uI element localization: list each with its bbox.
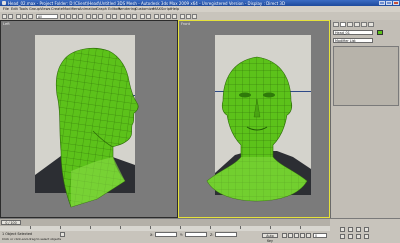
mirror-icon[interactable] xyxy=(140,13,145,19)
menu-customize[interactable]: Customize xyxy=(135,7,154,11)
minimize-icon[interactable] xyxy=(379,1,385,5)
motion-tab-icon[interactable] xyxy=(354,22,360,27)
selection-filter-dropdown[interactable]: All xyxy=(36,13,58,19)
zoom-extents-all-icon[interactable] xyxy=(364,227,369,232)
current-frame-field[interactable]: 0 xyxy=(313,233,327,238)
material-editor-icon[interactable] xyxy=(172,13,177,19)
pan-view-icon[interactable] xyxy=(348,234,353,239)
go-to-end-icon[interactable] xyxy=(306,233,311,238)
front-viewport[interactable]: Front xyxy=(178,20,330,218)
menu-graph-editors[interactable]: Graph Editors xyxy=(96,7,121,11)
menu-create[interactable]: Create xyxy=(51,7,63,11)
next-frame-icon[interactable] xyxy=(300,233,305,238)
left-viewport[interactable]: Left xyxy=(0,20,178,218)
track-bar[interactable] xyxy=(0,226,330,231)
scale-icon[interactable] xyxy=(98,13,103,19)
close-icon[interactable] xyxy=(393,1,399,5)
menu-rendering[interactable]: Rendering xyxy=(118,7,136,11)
3dsmax-app-icon[interactable] xyxy=(2,1,6,5)
menu-tools[interactable]: Tools xyxy=(19,7,28,11)
modify-tab-icon[interactable] xyxy=(340,22,346,27)
maximize-viewport-icon[interactable] xyxy=(364,234,369,239)
field-of-view-icon[interactable] xyxy=(340,234,345,239)
display-tab-icon[interactable] xyxy=(361,22,367,27)
z-coordinate-field[interactable] xyxy=(215,232,237,237)
menu-file[interactable]: File xyxy=(3,7,9,11)
y-label: Y: xyxy=(180,233,183,237)
status-bar: 0 / 100 1 Object Selected Click or click… xyxy=(0,218,400,243)
auto-key-button[interactable]: Auto Key xyxy=(262,233,278,243)
lock-selection-icon[interactable] xyxy=(60,232,65,237)
render-icon[interactable] xyxy=(192,13,197,19)
render-setup-icon[interactable] xyxy=(180,13,185,19)
zoom-all-icon[interactable] xyxy=(348,227,353,232)
play-icon[interactable] xyxy=(294,233,299,238)
prompt-line: Click or click-and-drag to select object… xyxy=(2,237,62,241)
hierarchy-tab-icon[interactable] xyxy=(347,22,353,27)
window-crossing-icon[interactable] xyxy=(78,13,83,19)
layer-manager-icon[interactable] xyxy=(154,13,159,19)
percent-snap-icon[interactable] xyxy=(132,13,137,19)
object-color-swatch[interactable] xyxy=(377,30,383,35)
object-name-field[interactable]: Head_01 xyxy=(333,30,373,35)
move-icon[interactable] xyxy=(86,13,91,19)
undo-icon[interactable] xyxy=(2,13,7,19)
rendered-frame-window-icon[interactable] xyxy=(186,13,191,19)
link-icon[interactable] xyxy=(16,13,21,19)
select-object-icon[interactable] xyxy=(60,13,65,19)
selection-info: 1 Object Selected xyxy=(2,232,33,236)
z-label: Z: xyxy=(210,233,214,237)
menu-maxscript[interactable]: MAXScript xyxy=(153,7,171,11)
zoom-extents-icon[interactable] xyxy=(356,227,361,232)
create-tab-icon[interactable] xyxy=(333,22,339,27)
selection-region-icon[interactable] xyxy=(72,13,77,19)
menu-views[interactable]: Views xyxy=(40,7,50,11)
bind-space-warp-icon[interactable] xyxy=(28,13,33,19)
time-slider-knob[interactable]: 0 / 100 xyxy=(1,220,21,225)
unlink-icon[interactable] xyxy=(22,13,27,19)
head-mesh-front[interactable] xyxy=(179,21,331,219)
zoom-icon[interactable] xyxy=(340,227,345,232)
utilities-tab-icon[interactable] xyxy=(368,22,374,27)
angle-snap-icon[interactable] xyxy=(126,13,131,19)
rotate-icon[interactable] xyxy=(92,13,97,19)
modifier-stack[interactable] xyxy=(333,46,399,106)
menu-group[interactable]: Group xyxy=(29,7,40,11)
previous-frame-icon[interactable] xyxy=(288,233,293,238)
go-to-start-icon[interactable] xyxy=(282,233,287,238)
maximize-icon[interactable] xyxy=(386,1,392,5)
command-panel: Head_01 Modifier List xyxy=(330,20,400,218)
orbit-icon[interactable] xyxy=(356,234,361,239)
pivot-center-icon[interactable] xyxy=(112,13,117,19)
curve-editor-icon[interactable] xyxy=(160,13,165,19)
reference-coordinate-icon[interactable] xyxy=(106,13,111,19)
align-icon[interactable] xyxy=(146,13,151,19)
select-by-name-icon[interactable] xyxy=(66,13,71,19)
x-coordinate-field[interactable] xyxy=(155,232,177,237)
head-mesh-profile[interactable] xyxy=(1,21,179,219)
modifier-list-dropdown[interactable]: Modifier List xyxy=(333,38,373,43)
menu-help[interactable]: Help xyxy=(171,7,179,11)
schematic-view-icon[interactable] xyxy=(166,13,171,19)
menu-modifiers[interactable]: Modifiers xyxy=(63,7,79,11)
redo-icon[interactable] xyxy=(8,13,13,19)
snap-toggle-icon[interactable] xyxy=(120,13,125,19)
menu-animation[interactable]: Animation xyxy=(79,7,97,11)
x-label: X: xyxy=(150,233,154,237)
menu-edit[interactable]: Edit xyxy=(11,7,18,11)
window-title: Head_02.max - Project Folder: D:\Client\… xyxy=(8,0,286,6)
command-panel-tabs xyxy=(333,22,399,27)
y-coordinate-field[interactable] xyxy=(185,232,207,237)
